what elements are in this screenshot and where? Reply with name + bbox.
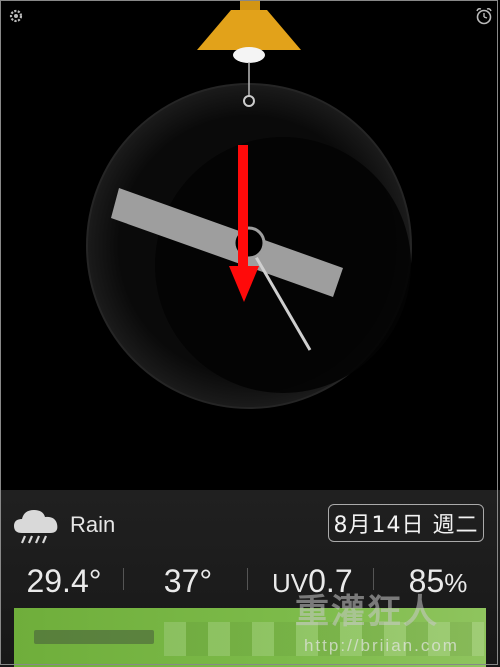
clock-stage	[0, 0, 500, 490]
alarm-clock-icon[interactable]	[474, 6, 494, 26]
date-badge[interactable]: 8月14日 週二	[328, 504, 484, 542]
weather-condition: Rain	[70, 512, 116, 537]
gear-icon[interactable]	[6, 6, 26, 26]
cloud-rain-icon	[14, 510, 58, 544]
feels-like-value: 37°	[163, 563, 213, 599]
divider	[123, 568, 124, 590]
ad-blurred-text	[34, 630, 154, 644]
watermark-url: http://briian.com	[304, 636, 459, 655]
divider	[247, 568, 248, 590]
humidity-unit: %	[444, 568, 468, 598]
watermark-title: 重灌狂人	[295, 592, 439, 632]
temperature-value: 29.4°	[26, 563, 102, 599]
clock-face	[86, 0, 412, 409]
